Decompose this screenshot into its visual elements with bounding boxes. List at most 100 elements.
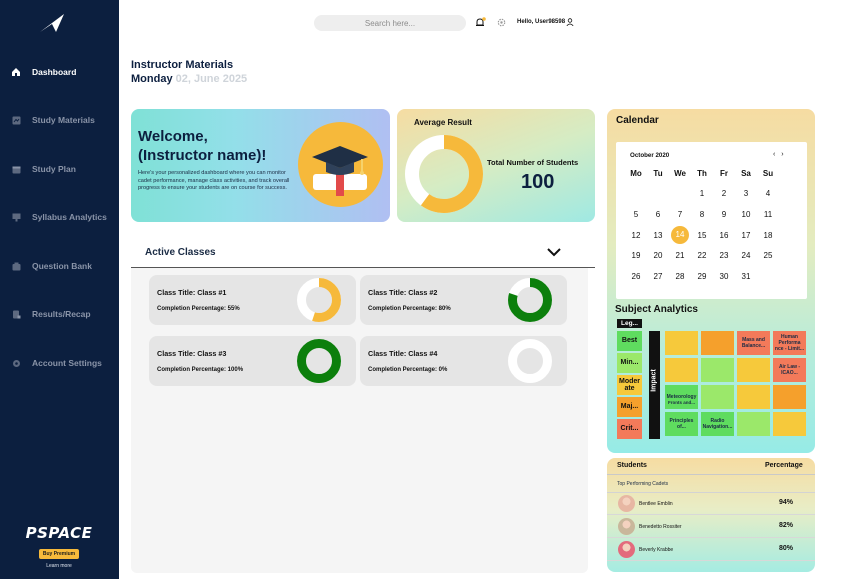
class-title: Class Title: Class #2: [368, 288, 438, 297]
active-classes-header[interactable]: Active Classes: [131, 237, 595, 268]
student-row[interactable]: Beverly Krabbe 80%: [607, 539, 815, 561]
calendar-day-selected[interactable]: 14: [671, 226, 689, 245]
next-month-button[interactable]: ›: [781, 151, 783, 158]
settings-gear-icon[interactable]: [497, 18, 506, 27]
calendar-day[interactable]: 28: [669, 272, 691, 281]
calendar-weekday: Fr: [720, 168, 728, 178]
brand-logo: PSPACE: [25, 524, 93, 542]
sidebar-item-study-plan[interactable]: Study Plan: [0, 157, 119, 181]
materials-icon: [11, 115, 21, 125]
total-students-label: Total Number of Students: [487, 158, 579, 167]
heatmap-cell[interactable]: [773, 385, 806, 409]
calendar-weekday: Su: [762, 168, 774, 178]
class-completion: Completion Percentage: 100%: [157, 367, 244, 373]
calendar-day[interactable]: 29: [691, 272, 713, 281]
sidebar-item-syllabus-analytics[interactable]: Syllabus Analytics: [0, 205, 119, 229]
calendar-day[interactable]: 31: [735, 272, 757, 281]
heatmap-cell[interactable]: [701, 331, 734, 355]
buy-premium-button[interactable]: Buy Premium: [38, 549, 80, 559]
student-name: Benedetto Rossiter: [639, 524, 682, 530]
calendar-day[interactable]: 13: [647, 231, 669, 240]
class-progress-arc: [297, 339, 341, 383]
heatmap-cell[interactable]: Mass and Balance...: [737, 331, 770, 355]
logo-icon[interactable]: [38, 12, 66, 34]
heatmap-cell[interactable]: Human Performa nce - Limit...: [773, 331, 806, 355]
calendar-month: October 2020: [630, 152, 670, 159]
results-icon: [11, 309, 21, 319]
calendar-day[interactable]: 5: [625, 210, 647, 219]
calendar-day[interactable]: 11: [757, 210, 779, 219]
heatmap-cell[interactable]: [701, 358, 734, 382]
subject-analytics-title: Subject Analytics: [615, 304, 698, 315]
calendar-week: 12 13 14 15 16 17 18: [625, 225, 801, 246]
calendar-day[interactable]: 10: [735, 210, 757, 219]
class-card-2[interactable]: Class Title: Class #2 Completion Percent…: [360, 275, 567, 325]
user-greeting[interactable]: Hello, User98598: [517, 19, 565, 25]
calendar-week: 19 20 21 22 23 24 25: [625, 245, 801, 266]
donut-track: [508, 339, 552, 383]
calendar-weekday: Th: [697, 168, 707, 178]
sidebar-item-account-settings[interactable]: Account Settings: [0, 351, 119, 375]
avatar: [618, 541, 635, 558]
bell-icon[interactable]: [475, 17, 486, 28]
sidebar-item-study-materials[interactable]: Study Materials: [0, 108, 119, 132]
sidebar-item-question-bank[interactable]: Question Bank: [0, 254, 119, 278]
heatmap-cell[interactable]: [773, 412, 806, 436]
class-card-4[interactable]: Class Title: Class #4 Completion Percent…: [360, 336, 567, 386]
calendar-day[interactable]: 26: [625, 272, 647, 281]
heatmap-cell[interactable]: [737, 412, 770, 436]
calendar-day[interactable]: 6: [647, 210, 669, 219]
calendar-day[interactable]: 8: [691, 210, 713, 219]
calendar-day[interactable]: 3: [735, 189, 757, 198]
date-day: Monday: [131, 73, 173, 85]
calendar-day[interactable]: 24: [735, 251, 757, 260]
user-icon[interactable]: [566, 18, 574, 26]
legend-item: Crit...: [617, 419, 642, 439]
calendar-day[interactable]: 17: [735, 231, 757, 240]
class-card-1[interactable]: Class Title: Class #1 Completion Percent…: [149, 275, 356, 325]
impact-axis: Impact: [649, 331, 660, 439]
calendar-card: Calendar October 2020 ‹ › Mo Tu We Th Fr Sa Su…: [607, 109, 815, 453]
calendar-day[interactable]: 27: [647, 272, 669, 281]
calendar-day[interactable]: 15: [691, 231, 713, 240]
calendar-day[interactable]: 9: [713, 210, 735, 219]
heatmap-cell[interactable]: Air Law - ICAO...: [773, 358, 806, 382]
calendar-day[interactable]: 1: [691, 189, 713, 198]
heatmap-cell[interactable]: [701, 385, 734, 409]
calendar-day[interactable]: 30: [713, 272, 735, 281]
calendar-nav: ‹ ›: [773, 151, 784, 158]
heatmap-cell[interactable]: Principles of...: [665, 412, 698, 436]
learn-more-link[interactable]: Learn more: [24, 563, 94, 569]
student-row[interactable]: Benedetto Rossiter 82%: [607, 516, 815, 538]
calendar-day[interactable]: 16: [713, 231, 735, 240]
calendar-day[interactable]: 12: [625, 231, 647, 240]
calendar-day[interactable]: 23: [713, 251, 735, 260]
sidebar-item-dashboard[interactable]: Dashboard: [0, 60, 119, 84]
calendar-day[interactable]: 25: [757, 251, 779, 260]
calendar-weekday: Sa: [741, 168, 751, 178]
calendar-day[interactable]: 4: [757, 189, 779, 198]
heatmap-cell[interactable]: [665, 331, 698, 355]
heatmap-cell[interactable]: [737, 385, 770, 409]
sidebar-item-label: Study Materials: [32, 115, 95, 125]
student-row[interactable]: Bentlee Emblin 94%: [607, 493, 815, 515]
heatmap-cell[interactable]: Radio Navigation...: [701, 412, 734, 436]
calendar-day[interactable]: 20: [647, 251, 669, 260]
calendar-day[interactable]: 19: [625, 251, 647, 260]
class-completion: Completion Percentage: 0%: [368, 367, 448, 373]
calendar-day[interactable]: 7: [669, 210, 691, 219]
calendar-day[interactable]: 14: [669, 226, 691, 245]
search-input[interactable]: Search here...: [314, 15, 466, 31]
graduation-cap-illustration: [298, 122, 383, 207]
sidebar-item-results-recap[interactable]: Results/Recap: [0, 302, 119, 326]
calendar-day[interactable]: 21: [669, 251, 691, 260]
prev-month-button[interactable]: ‹: [773, 151, 775, 158]
heatmap-cell[interactable]: [665, 358, 698, 382]
calendar-day[interactable]: 2: [713, 189, 735, 198]
calendar-day[interactable]: 22: [691, 251, 713, 260]
students-card: Students Percentage Top Performing Cadet…: [607, 458, 815, 572]
calendar-day[interactable]: 18: [757, 231, 779, 240]
chevron-down-icon[interactable]: [547, 248, 561, 257]
class-card-3[interactable]: Class Title: Class #3 Completion Percent…: [149, 336, 356, 386]
heatmap-cell[interactable]: [737, 358, 770, 382]
